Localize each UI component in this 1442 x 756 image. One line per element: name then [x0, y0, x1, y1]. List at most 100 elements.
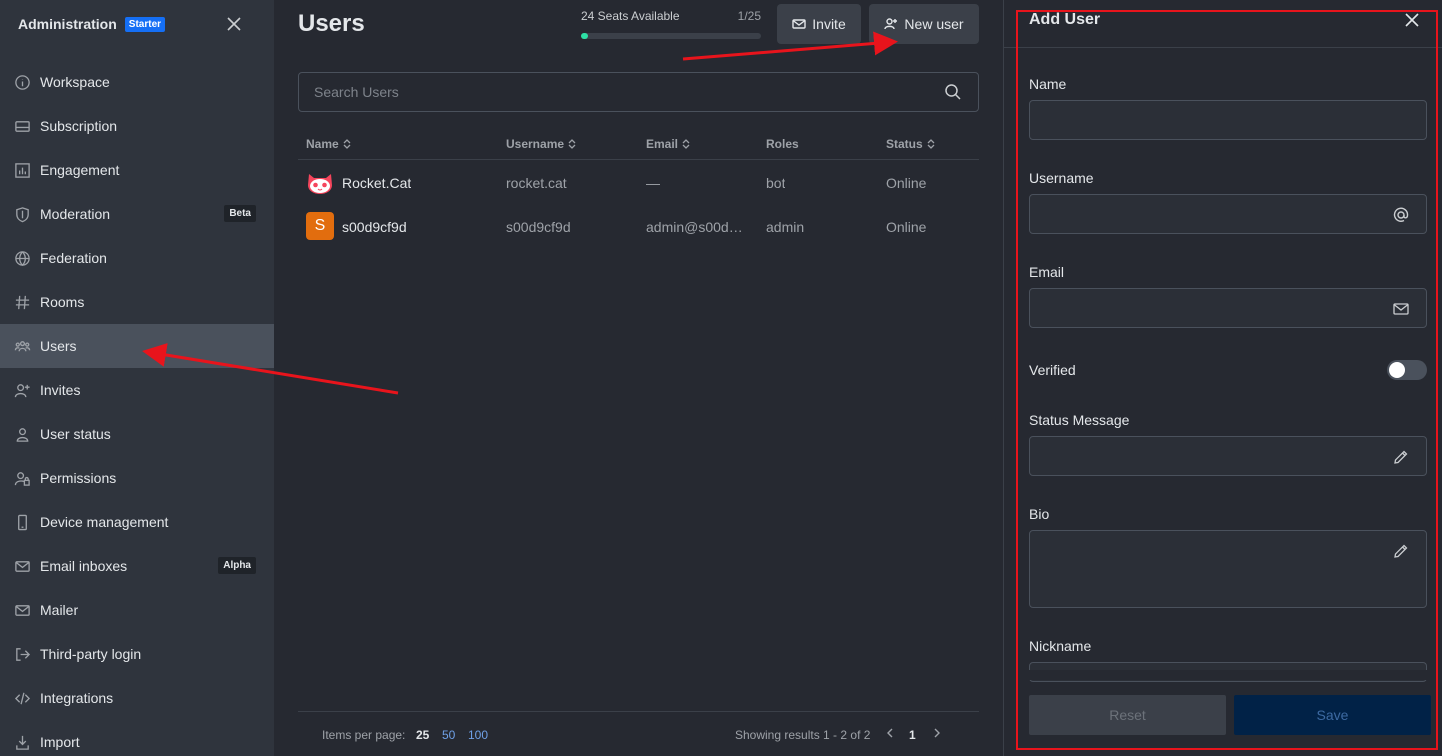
- close-icon[interactable]: [1403, 11, 1421, 29]
- chevron-left-icon[interactable]: [883, 726, 897, 740]
- plan-badge: Starter: [124, 16, 166, 32]
- sidebar-item-email-inboxes[interactable]: Email inboxes Alpha: [0, 544, 274, 588]
- table-row[interactable]: Rocket.Cat rocket.cat — bot Online: [298, 160, 979, 204]
- status-message-input[interactable]: [1030, 437, 1380, 475]
- email-label: Email: [1029, 264, 1065, 280]
- username-input[interactable]: [1030, 195, 1380, 233]
- invite-button[interactable]: Invite: [777, 4, 861, 44]
- sort-icon: [568, 139, 576, 149]
- sidebar-item-invites[interactable]: Invites: [0, 368, 274, 412]
- close-icon[interactable]: [224, 14, 244, 34]
- search-icon[interactable]: [944, 83, 962, 101]
- new-user-button[interactable]: New user: [869, 4, 979, 44]
- bio-field: [1029, 530, 1427, 608]
- sort-icon: [343, 139, 351, 149]
- results-summary: Showing results 1 - 2 of 2: [735, 728, 871, 742]
- sidebar-item-label: Import: [40, 734, 80, 750]
- import-icon: [13, 733, 31, 751]
- email-input[interactable]: [1030, 289, 1380, 327]
- sidebar-item-device-management[interactable]: Device management: [0, 500, 274, 544]
- sidebar-item-rooms[interactable]: Rooms: [0, 280, 274, 324]
- row-username: rocket.cat: [506, 175, 567, 191]
- avatar: S: [306, 212, 334, 240]
- search-box: [298, 72, 979, 112]
- sidebar-item-label: User status: [40, 426, 111, 442]
- feature-tag: Beta: [224, 205, 256, 222]
- sidebar-item-user-status[interactable]: User status: [0, 412, 274, 456]
- sidebar-nav: Workspace Subscription Engagement Moderatio…: [0, 60, 274, 756]
- sidebar-item-permissions[interactable]: Permissions: [0, 456, 274, 500]
- mobile-icon: [13, 513, 31, 531]
- seats-count: 1/25: [737, 9, 761, 23]
- rocket-cat-icon: [308, 174, 332, 194]
- login-icon: [13, 645, 31, 663]
- hashtag-icon: [13, 293, 31, 311]
- mail-icon: [13, 601, 31, 619]
- sidebar-item-moderation[interactable]: Moderation Beta: [0, 192, 274, 236]
- pencil-icon: [1392, 542, 1410, 560]
- pagination: Items per page: 25 50 100 Showing result…: [298, 711, 979, 756]
- sidebar-item-engagement[interactable]: Engagement: [0, 148, 274, 192]
- items-per-page-50[interactable]: 50: [442, 728, 455, 742]
- column-name[interactable]: Name: [306, 137, 351, 151]
- verified-label: Verified: [1029, 362, 1076, 378]
- sidebar-item-label: Invites: [40, 382, 81, 398]
- seats-label: 24 Seats Available: [581, 9, 680, 23]
- username-label: Username: [1029, 170, 1094, 186]
- row-status: Online: [886, 175, 927, 191]
- mail-icon: [13, 557, 31, 575]
- items-per-page-label: Items per page:: [322, 728, 406, 742]
- info-icon: [13, 73, 31, 91]
- invite-button-label: Invite: [812, 16, 846, 32]
- row-name: s00d9cf9d: [342, 219, 407, 235]
- card-icon: [13, 117, 31, 135]
- scroll-fade: [1004, 670, 1442, 680]
- items-per-page-25[interactable]: 25: [416, 728, 429, 742]
- bar-chart-icon: [13, 161, 31, 179]
- sidebar-item-workspace[interactable]: Workspace: [0, 60, 274, 104]
- sidebar-item-third-party-login[interactable]: Third-party login: [0, 632, 274, 676]
- globe-icon: [13, 249, 31, 267]
- name-field: [1029, 100, 1427, 140]
- sidebar-item-import[interactable]: Import: [0, 720, 274, 756]
- row-email: —: [646, 175, 660, 191]
- sidebar-item-users[interactable]: Users: [0, 324, 274, 368]
- save-button[interactable]: Save: [1234, 695, 1431, 735]
- table-row[interactable]: S s00d9cf9d s00d9cf9d admin@s00d… admin …: [298, 204, 979, 248]
- sidebar-item-federation[interactable]: Federation: [0, 236, 274, 280]
- pencil-icon: [1392, 448, 1410, 466]
- nickname-label: Nickname: [1029, 638, 1092, 654]
- chevron-right-icon[interactable]: [930, 726, 944, 740]
- reset-button[interactable]: Reset: [1029, 695, 1226, 735]
- seats-progress: [581, 33, 761, 39]
- sidebar-item-mailer[interactable]: Mailer: [0, 588, 274, 632]
- user-plus-icon: [884, 18, 898, 30]
- sidebar-item-subscription[interactable]: Subscription: [0, 104, 274, 148]
- sidebar-item-integrations[interactable]: Integrations: [0, 676, 274, 720]
- verified-toggle[interactable]: [1387, 360, 1427, 380]
- search-input[interactable]: [299, 73, 919, 111]
- sidebar-item-label: Device management: [40, 514, 169, 530]
- column-status[interactable]: Status: [886, 137, 935, 151]
- sort-icon: [682, 139, 690, 149]
- user-plus-icon: [13, 381, 31, 399]
- users-page: Users 24 Seats Available 1/25 Invite New…: [274, 0, 1003, 756]
- seats-indicator: 24 Seats Available 1/25: [581, 9, 761, 39]
- sidebar-item-label: Moderation: [40, 206, 111, 222]
- admin-sidebar: Administration Starter Workspace Subscrip…: [0, 0, 274, 756]
- name-input[interactable]: [1030, 101, 1380, 139]
- bio-textarea[interactable]: [1030, 531, 1380, 601]
- team-icon: [13, 337, 31, 355]
- column-username[interactable]: Username: [506, 137, 576, 151]
- items-per-page-100[interactable]: 100: [468, 728, 488, 742]
- page-number[interactable]: 1: [909, 728, 916, 742]
- panel-title: Add User: [1029, 11, 1101, 28]
- shield-icon: [13, 205, 31, 223]
- row-roles: bot: [766, 175, 786, 191]
- add-user-panel: Add User Name Username Email Verified St…: [1003, 0, 1442, 756]
- row-username: s00d9cf9d: [506, 219, 571, 235]
- sidebar-header: Administration Starter: [18, 14, 258, 34]
- column-email[interactable]: Email: [646, 137, 690, 151]
- status-message-field: [1029, 436, 1427, 476]
- sidebar-item-label: Third-party login: [40, 646, 142, 662]
